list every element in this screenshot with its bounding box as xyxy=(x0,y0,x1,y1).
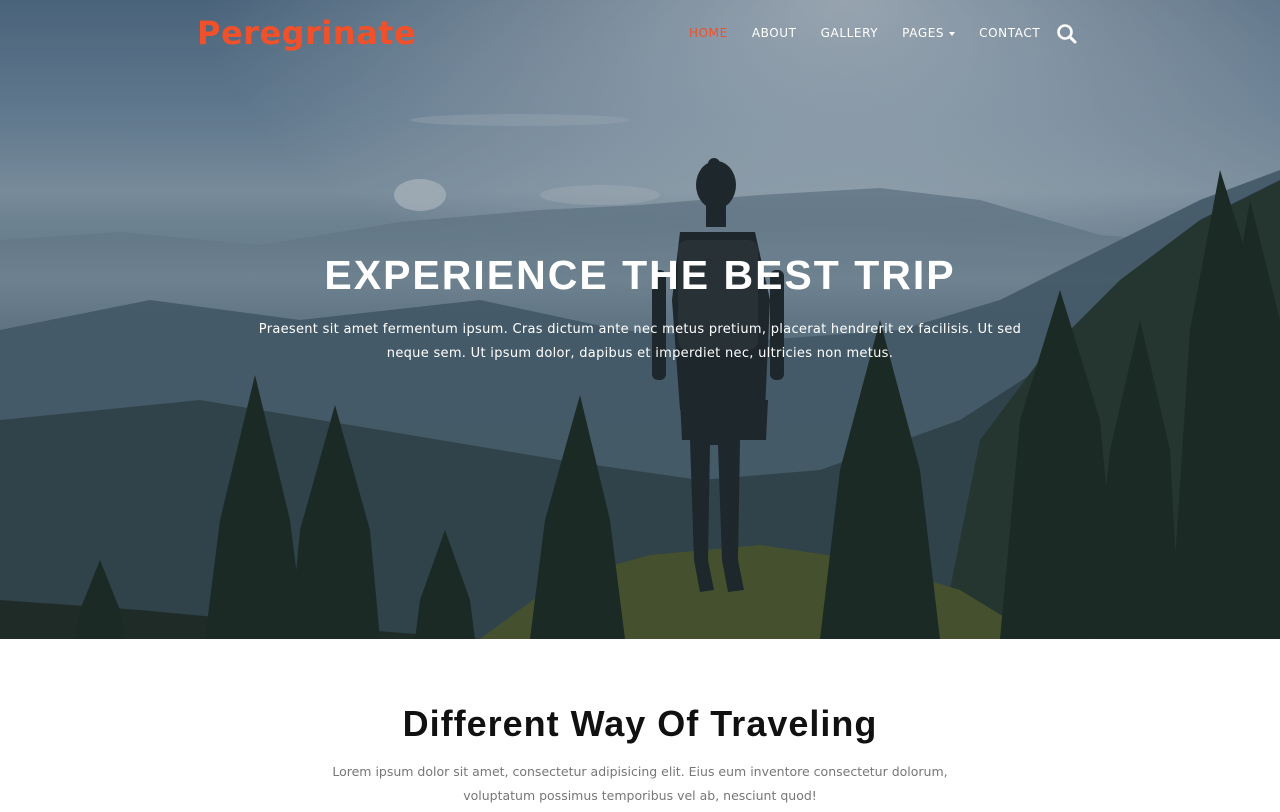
section-description: Lorem ipsum dolor sit amet, consectetur … xyxy=(332,764,948,803)
search-icon xyxy=(1057,24,1077,44)
search-button[interactable] xyxy=(1056,23,1078,45)
brand-logo[interactable]: Peregrinate xyxy=(197,14,416,52)
hero-title: EXPERIENCE THE BEST TRIP xyxy=(324,252,956,298)
caret-down-icon xyxy=(949,31,956,36)
hero-banner: Peregrinate HOME ABOUT GALLERY PAGES CON… xyxy=(0,0,1280,639)
nav-item-contact[interactable]: CONTACT xyxy=(979,26,1040,40)
nav-item-pages[interactable]: PAGES xyxy=(902,26,956,40)
section-title: Different Way Of Traveling xyxy=(402,703,878,744)
nav-item-pages-label: PAGES xyxy=(902,26,945,40)
nav-item-gallery[interactable]: GALLERY xyxy=(821,26,879,40)
nav-item-home[interactable]: HOME xyxy=(689,26,728,40)
hero-description: Praesent sit amet fermentum ipsum. Cras … xyxy=(258,322,1022,361)
nav-item-about[interactable]: ABOUT xyxy=(752,26,797,40)
main-nav: HOME ABOUT GALLERY PAGES CONTACT xyxy=(689,26,1064,40)
